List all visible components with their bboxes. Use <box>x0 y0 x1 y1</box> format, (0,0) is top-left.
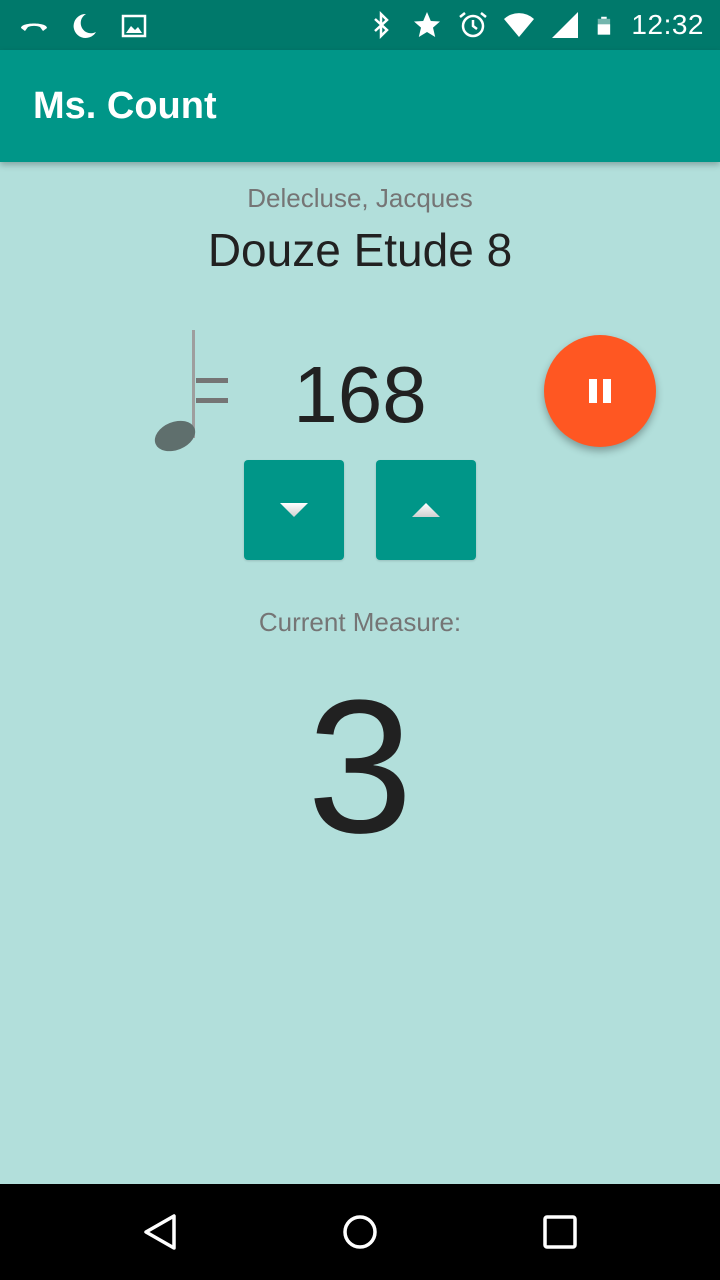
arrow-up-icon <box>412 503 440 517</box>
app-bar: Ms. Count <box>0 50 720 162</box>
star-icon <box>414 12 441 37</box>
current-measure-label: Current Measure: <box>258 607 462 637</box>
status-right-icons: 12:32 <box>365 8 704 42</box>
home-icon[interactable] <box>340 1212 380 1252</box>
status-bar: 12:32 <box>0 0 720 50</box>
bluetooth-icon <box>374 10 390 40</box>
wifi-icon <box>504 13 535 37</box>
pause-button[interactable] <box>544 335 656 447</box>
back-icon[interactable] <box>140 1212 180 1252</box>
status-left-icons <box>18 10 150 42</box>
composer-name: Delecluse, Jacques <box>247 183 473 213</box>
cell-signal-icon <box>552 12 579 38</box>
tempo-value: 168 <box>293 350 427 439</box>
quarter-note-icon <box>154 330 228 452</box>
recents-icon[interactable] <box>540 1212 580 1252</box>
current-measure-value: 3 <box>307 661 413 873</box>
image-icon <box>121 14 147 38</box>
alarm-icon <box>459 12 488 38</box>
phone-hangup-icon <box>21 23 47 31</box>
status-clock: 12:32 <box>631 9 704 40</box>
navigation-bar <box>0 1184 720 1280</box>
piece-title: Douze Etude 8 <box>207 224 513 276</box>
tempo-decrease-button[interactable] <box>244 460 344 560</box>
tempo-increase-button[interactable] <box>376 460 476 560</box>
battery-icon <box>598 16 611 35</box>
app-title: Ms. Count <box>33 85 217 127</box>
arrow-down-icon <box>280 503 308 517</box>
moon-icon <box>73 13 96 38</box>
pause-icon <box>589 379 611 403</box>
